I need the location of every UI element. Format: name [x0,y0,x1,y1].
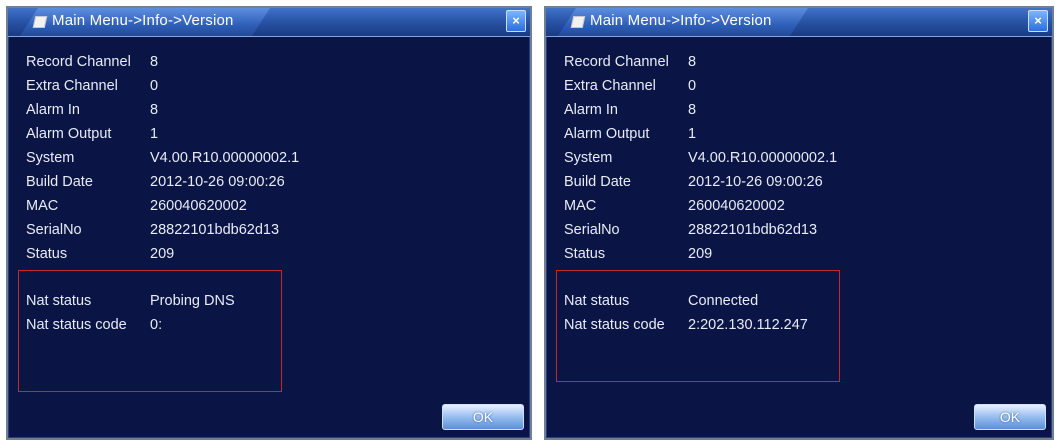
info-value: 209 [688,246,713,262]
info-label: Record Channel [564,54,669,70]
info-label: Status [26,246,68,262]
nat-value: Probing DNS [150,293,235,309]
info-list: Record Channel 8 Extra Channel 0 Alarm In 8… [564,54,837,270]
info-value: 1 [688,126,697,142]
info-value: 1 [150,126,159,142]
ok-button[interactable]: OK [974,404,1046,430]
info-row-build-date: Build Date 2012-10-26 09:00:26 [26,174,299,198]
info-row-serial-no: SerialNo 28822101bdb62d13 [564,222,837,246]
info-label: Alarm Output [564,126,650,142]
info-value: 28822101bdb62d13 [150,222,280,238]
nat-status-code-row: Nat status code 0: [26,317,235,341]
info-label: SerialNo [564,222,620,238]
nat-info-list: Nat status Probing DNS Nat status code 0: [26,293,235,341]
title-bar: Main Menu->Info->Version × [546,8,1052,37]
info-label: System [26,150,75,166]
info-label: Build Date [564,174,631,190]
nat-status-row: Nat status Probing DNS [26,293,235,317]
nat-status-code-row: Nat status code 2:202.130.112.247 [564,317,808,341]
info-row-status: Status 209 [564,246,837,270]
info-value: 209 [150,246,175,262]
info-row-serial-no: SerialNo 28822101bdb62d13 [26,222,299,246]
info-label: Alarm Output [26,126,112,142]
info-label: MAC [564,198,597,214]
info-label: Record Channel [26,54,131,70]
info-label: MAC [26,198,59,214]
nat-info-list: Nat status Connected Nat status code 2:202… [564,293,808,341]
nat-label: Nat status code [564,317,665,333]
info-row-alarm-in: Alarm In 8 [26,102,299,126]
nat-label: Nat status [26,293,92,309]
info-value: 260040620002 [688,198,785,214]
info-value: 8 [688,102,697,118]
version-dialog-right: Main Menu->Info->Version × Record Channe… [544,6,1054,440]
info-list: Record Channel 8 Extra Channel 0 Alarm In 8… [26,54,299,270]
info-label: Extra Channel [26,78,118,94]
info-row-alarm-in: Alarm In 8 [564,102,837,126]
info-row-mac: MAC 260040620002 [26,198,299,222]
info-row-status: Status 209 [26,246,299,270]
info-row-extra-channel: Extra Channel 0 [26,78,299,102]
info-label: Status [564,246,606,262]
title-bar: Main Menu->Info->Version × [8,8,530,37]
close-button[interactable]: × [1028,10,1048,32]
info-row-record-channel: Record Channel 8 [26,54,299,78]
menu-icon [570,16,586,28]
info-value: 2012-10-26 09:00:26 [688,174,823,190]
info-label: Alarm In [26,102,80,118]
info-row-build-date: Build Date 2012-10-26 09:00:26 [564,174,837,198]
nat-value: 2:202.130.112.247 [688,317,808,333]
info-row-system: System V4.00.R10.00000002.1 [564,150,837,174]
info-value: 8 [150,54,159,70]
info-value: 0 [150,78,159,94]
info-row-extra-channel: Extra Channel 0 [564,78,837,102]
info-label: SerialNo [26,222,82,238]
version-dialog-left: Main Menu->Info->Version × Record Channe… [6,6,532,440]
dialog-title: Main Menu->Info->Version [590,12,772,29]
menu-icon [32,16,48,28]
nat-status-row: Nat status Connected [564,293,808,317]
nat-label: Nat status code [26,317,127,333]
info-row-alarm-output: Alarm Output 1 [26,126,299,150]
info-row-system: System V4.00.R10.00000002.1 [26,150,299,174]
info-value: V4.00.R10.00000002.1 [688,150,838,166]
info-value: 2012-10-26 09:00:26 [150,174,285,190]
info-label: Alarm In [564,102,618,118]
info-value: 260040620002 [150,198,247,214]
info-row-alarm-output: Alarm Output 1 [564,126,837,150]
info-row-mac: MAC 260040620002 [564,198,837,222]
nat-value: Connected [688,293,759,309]
ok-button[interactable]: OK [442,404,524,430]
info-label: System [564,150,613,166]
info-row-record-channel: Record Channel 8 [564,54,837,78]
close-button[interactable]: × [506,10,526,32]
info-value: V4.00.R10.00000002.1 [150,150,300,166]
dialog-title: Main Menu->Info->Version [52,12,234,29]
info-value: 8 [688,54,697,70]
nat-label: Nat status [564,293,630,309]
info-label: Extra Channel [564,78,656,94]
info-value: 28822101bdb62d13 [688,222,818,238]
nat-value: 0: [150,317,163,333]
info-value: 8 [150,102,159,118]
info-label: Build Date [26,174,93,190]
info-value: 0 [688,78,697,94]
